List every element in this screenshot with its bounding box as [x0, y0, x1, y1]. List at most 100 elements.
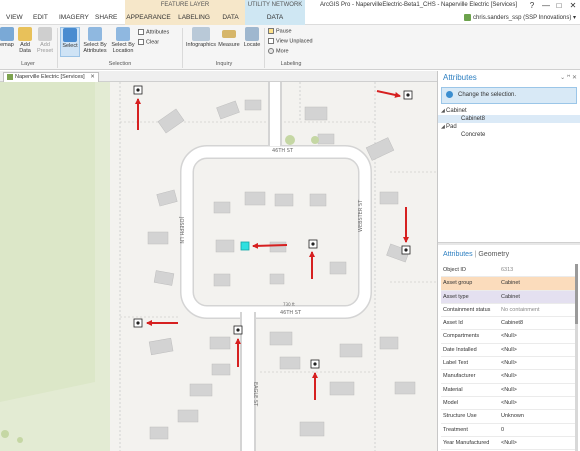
street-label: 46TH ST [272, 148, 293, 154]
tab-imagery[interactable]: IMAGERY [59, 11, 89, 25]
scrollbar-thumb[interactable] [575, 264, 578, 324]
tab-view[interactable]: VIEW [6, 11, 23, 25]
basemap-button[interactable]: emap [0, 27, 14, 48]
table-row[interactable]: Asset type Cabinet [441, 290, 575, 304]
tree-item-cabinet8[interactable]: Cabinet8 [438, 115, 580, 123]
map-view-tab-bar: Naperville Electric [Services] ✕ [0, 71, 437, 82]
more-labeling-button[interactable]: More [268, 48, 289, 54]
table-row[interactable]: Year Manufactured <Null> [441, 437, 575, 451]
basemap-icon [0, 27, 14, 41]
pane-controls[interactable]: ⌄ ꟸ ✕ [560, 71, 577, 85]
table-row[interactable]: Asset Id Cabinet8 [441, 317, 575, 331]
table-row[interactable]: Containment status No containment [441, 304, 575, 318]
add-data-button[interactable]: Add Data [16, 27, 34, 54]
user-icon [464, 13, 472, 21]
group-label-layer: Layer [21, 61, 35, 67]
map-view-tab[interactable]: Naperville Electric [Services] ✕ [3, 72, 99, 82]
title-bar: FEATURE LAYER UTILITY NETWORK ArcGIS Pro… [0, 0, 580, 11]
ribbon: emap Add Data Add Preset Layer Select Se… [0, 25, 580, 70]
tab-share[interactable]: SHARE [95, 11, 117, 25]
close-window-button[interactable]: ✕ [566, 0, 580, 11]
add-preset-icon [38, 27, 52, 41]
attribute-table: Object ID 6313 Asset group Cabinet Asset t… [441, 264, 575, 451]
table-icon [138, 29, 144, 35]
table-row[interactable]: Material <Null> [441, 384, 575, 397]
table-row[interactable]: Treatment 0 [441, 424, 575, 437]
change-selection-banner[interactable]: Change the selection. [441, 87, 577, 104]
locate-icon [245, 27, 259, 41]
table-row[interactable]: Model <Null> [441, 397, 575, 411]
group-separator [182, 28, 183, 68]
attributes-ribbon-button[interactable]: Attributes [138, 29, 169, 35]
infographics-icon [192, 27, 210, 41]
add-data-icon [18, 27, 32, 41]
attribute-table-scrollbar[interactable] [575, 264, 578, 451]
group-separator [57, 28, 58, 68]
street-label: JOSEPH LN [178, 217, 184, 244]
group-label-labeling: Labeling [280, 61, 302, 67]
view-unplaced-button[interactable]: View Unplaced [268, 38, 313, 44]
ruler-icon [222, 30, 236, 38]
tab-data[interactable]: DATA [216, 11, 245, 25]
tab-appearance[interactable]: APPEARANCE [125, 11, 172, 25]
clear-selection-button[interactable]: Clear [138, 39, 159, 45]
view-unplaced-icon [268, 38, 274, 44]
tab-edit[interactable]: EDIT [33, 11, 48, 25]
ribbon-tabs: VIEW EDIT IMAGERY SHARE APPEARANCE LABEL… [0, 11, 580, 25]
app-title: ArcGIS Pro - NapervilleElectric-Beta1_CH… [320, 2, 518, 8]
group-label-selection: Selection [108, 61, 132, 67]
attribute-tabs: Attributes | Geometry [438, 248, 580, 262]
tab-data-utility[interactable]: DATA [245, 11, 305, 25]
pause-icon [268, 28, 274, 34]
table-row[interactable]: Manufacturer <Null> [441, 370, 575, 384]
feature-layer-context-label: FEATURE LAYER [125, 0, 245, 11]
street-label: 730 ft [283, 302, 295, 307]
help-button[interactable]: ? [525, 0, 539, 11]
utility-network-context-label: UTILITY NETWORK [245, 0, 305, 11]
measure-button[interactable]: Measure [217, 27, 241, 48]
close-tab-icon[interactable]: ✕ [90, 74, 95, 80]
map-icon [7, 73, 13, 80]
street-label: EAGLE ST [252, 382, 258, 407]
map-canvas[interactable]: 46TH ST JOSEPH LN WEBSTER ST 46TH ST 730… [0, 82, 437, 451]
table-row[interactable]: Asset group Cabinet [441, 277, 575, 291]
tab-attributes[interactable]: Attributes [443, 251, 473, 258]
north-road [270, 82, 280, 146]
infographics-button[interactable]: Infographics [186, 27, 216, 48]
select-by-location-icon [116, 27, 130, 41]
table-row[interactable]: Label Text <Null> [441, 357, 575, 371]
table-row[interactable]: Compartments <Null> [441, 330, 575, 344]
tree-item-pad[interactable]: ◢ Pad [438, 123, 580, 131]
select-by-attributes-icon [88, 27, 102, 41]
add-preset-button[interactable]: Add Preset [35, 27, 55, 54]
selection-tree: ◢ Cabinet Cabinet8 ◢ Pad Concrete [438, 107, 580, 139]
select-cursor-icon [63, 28, 77, 42]
street-label: WEBSTER ST [358, 199, 364, 232]
attributes-pane: Attributes ⌄ ꟸ ✕ Change the selection. ◢… [437, 71, 580, 451]
attributes-pane-header: Attributes ⌄ ꟸ ✕ [438, 71, 580, 85]
select-by-attributes-button[interactable]: Select By Attributes [82, 27, 108, 54]
pane-splitter[interactable] [438, 242, 580, 245]
expand-triangle-icon: ◢ [441, 108, 445, 114]
maximize-button[interactable]: □ [552, 0, 566, 11]
tab-geometry[interactable]: Geometry [478, 251, 509, 258]
table-row[interactable]: Structure Use Unknown [441, 410, 575, 424]
locate-button[interactable]: Locate [242, 27, 262, 48]
select-button[interactable]: Select [60, 27, 80, 57]
park-area [0, 82, 95, 402]
pane-title: Attributes [443, 73, 477, 82]
info-icon [446, 90, 453, 98]
selected-cabinet[interactable] [240, 241, 250, 251]
minimize-button[interactable]: — [539, 0, 553, 11]
table-row[interactable]: Date Installed <Null> [441, 344, 575, 358]
tree-item-concrete[interactable]: Concrete [438, 131, 580, 139]
table-row[interactable]: Object ID 6313 [441, 264, 575, 278]
group-separator [264, 28, 265, 68]
tree-item-cabinet[interactable]: ◢ Cabinet [438, 107, 580, 115]
pause-labeling-button[interactable]: Pause [268, 28, 292, 34]
select-by-location-button[interactable]: Select By Location [110, 27, 136, 54]
tab-labeling[interactable]: LABELING [172, 11, 216, 25]
ring-road [181, 146, 371, 318]
user-account[interactable]: chris.sanders_ssp (SSP Innovations) ▾ [464, 11, 576, 25]
map-drawing [0, 82, 437, 451]
